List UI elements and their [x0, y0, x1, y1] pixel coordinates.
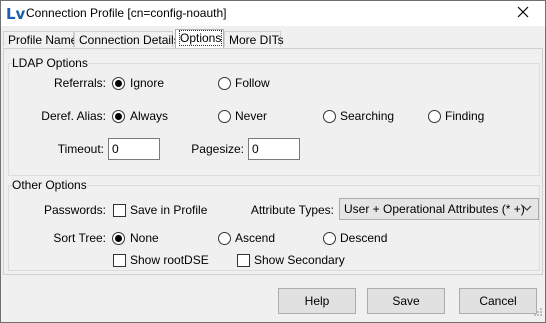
attribute-types-value: User + Operational Attributes (* +): [344, 202, 525, 216]
referrals-follow-radio[interactable]: [218, 77, 231, 90]
cancel-button[interactable]: Cancel: [459, 288, 537, 314]
referrals-label: Referrals:: [53, 76, 106, 90]
referrals-ignore-radio[interactable]: [112, 77, 125, 90]
pagesize-label: Pagesize:: [191, 142, 244, 156]
deref-never-radio[interactable]: [218, 110, 231, 123]
save-button[interactable]: Save: [367, 288, 445, 314]
attribute-types-select[interactable]: User + Operational Attributes (* +): [339, 198, 539, 220]
tab-more-dits[interactable]: More DITs: [224, 31, 284, 47]
deref-always-label: Always: [130, 109, 169, 123]
tab-connection-details[interactable]: Connection Details: [74, 31, 180, 47]
show-rootdse-checkbox[interactable]: [113, 254, 126, 267]
deref-finding-label: Finding: [445, 109, 485, 123]
deref-searching-label: Searching: [340, 109, 395, 123]
window-title: Connection Profile [cn=config-noauth]: [26, 6, 227, 20]
title-bar: Lv Connection Profile [cn=config-noauth]: [1, 1, 545, 26]
show-secondary-checkbox[interactable]: [237, 254, 250, 267]
sort-ascend-radio[interactable]: [218, 232, 231, 245]
show-secondary-label: Show Secondary: [254, 253, 345, 267]
resize-grip-icon[interactable]: [533, 306, 543, 320]
ldap-browser-logo-icon: Lv: [5, 3, 26, 23]
options-panel: LDAP Options Referrals: Ignore Follow De…: [3, 48, 543, 275]
deref-finding-radio[interactable]: [428, 110, 441, 123]
help-button[interactable]: Help: [278, 288, 356, 314]
attribute-types-label: Attribute Types:: [250, 203, 334, 217]
other-options-legend: Other Options: [12, 178, 87, 192]
tab-profile-name[interactable]: Profile Name: [3, 31, 77, 47]
connection-profile-dialog: Lv Connection Profile [cn=config-noauth]…: [0, 0, 546, 323]
sort-ascend-label: Ascend: [235, 231, 276, 245]
ldap-options-legend: LDAP Options: [12, 56, 88, 70]
deref-searching-radio[interactable]: [323, 110, 336, 123]
timeout-label: Timeout:: [57, 142, 104, 156]
app-icon-text: Lv: [6, 5, 25, 23]
close-icon: [517, 6, 529, 21]
sort-none-radio[interactable]: [112, 232, 125, 245]
save-in-profile-label: Save in Profile: [130, 203, 208, 217]
show-rootdse-label: Show rootDSE: [130, 253, 209, 267]
tab-options[interactable]: Options: [175, 29, 224, 48]
deref-never-label: Never: [235, 109, 268, 123]
close-button[interactable]: [501, 1, 545, 26]
timeout-input[interactable]: [108, 138, 160, 160]
referrals-follow-label: Follow: [235, 76, 270, 90]
tab-bar: Profile Name Connection Details Options …: [3, 29, 543, 48]
deref-alias-label: Deref. Alias:: [41, 109, 106, 123]
sort-tree-label: Sort Tree:: [53, 231, 106, 245]
sort-descend-radio[interactable]: [323, 232, 336, 245]
deref-always-radio[interactable]: [112, 110, 125, 123]
chevron-down-icon: [522, 202, 532, 216]
referrals-ignore-label: Ignore: [130, 76, 165, 90]
pagesize-input[interactable]: [248, 138, 300, 160]
sort-descend-label: Descend: [340, 231, 388, 245]
save-in-profile-checkbox[interactable]: [113, 204, 126, 217]
passwords-label: Passwords:: [43, 203, 106, 217]
sort-none-label: None: [130, 231, 159, 245]
